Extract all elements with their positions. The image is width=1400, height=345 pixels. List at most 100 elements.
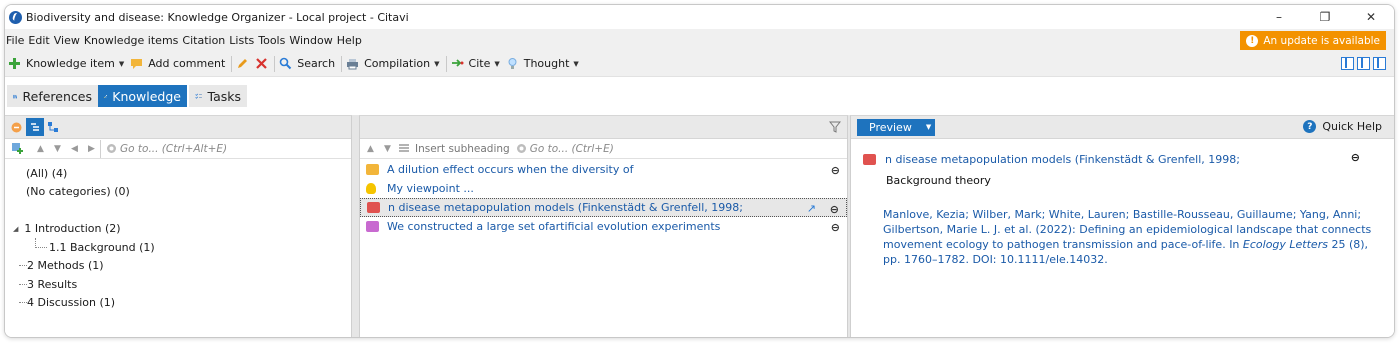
title-bar: Biodiversity and disease: Knowledge Orga… bbox=[5, 5, 1394, 29]
link-icon[interactable]: ⊖ bbox=[831, 164, 840, 177]
menu-file[interactable]: File bbox=[6, 34, 28, 47]
cite-arrow-icon bbox=[451, 59, 464, 67]
edit-pencil-icon[interactable] bbox=[236, 57, 249, 70]
splitter[interactable] bbox=[352, 115, 359, 337]
printer-icon bbox=[347, 59, 359, 70]
move-down-icon[interactable]: ▼ bbox=[49, 144, 66, 154]
move-left-icon[interactable]: ◀ bbox=[66, 144, 83, 154]
move-right-icon[interactable]: ▶ bbox=[83, 144, 100, 154]
category-item-introduction[interactable]: ◢ 1 Introduction (2) bbox=[5, 220, 351, 239]
books-icon bbox=[13, 94, 18, 98]
window-controls: – ❐ ✕ bbox=[1256, 5, 1394, 29]
knowledge-item-text: A dilution effect occurs when the divers… bbox=[387, 163, 634, 176]
knowledge-item-row-selected[interactable]: n disease metapopulation models (Finkens… bbox=[360, 198, 847, 217]
quick-help-label: Quick Help bbox=[1322, 120, 1382, 133]
filter-icon[interactable] bbox=[829, 121, 841, 133]
add-category-icon[interactable] bbox=[11, 142, 24, 155]
menu-view[interactable]: View bbox=[54, 34, 84, 47]
knowledge-item-row[interactable]: My viewpoint ... bbox=[360, 179, 847, 198]
preview-category: Background theory bbox=[886, 174, 991, 187]
category-label: 1.1 Background (1) bbox=[49, 240, 155, 254]
link-icon[interactable]: ⊖ bbox=[830, 203, 839, 216]
menu-citation[interactable]: Citation bbox=[182, 34, 229, 47]
goto-gear-icon bbox=[516, 144, 526, 153]
layout-two-pane-icon[interactable] bbox=[1357, 57, 1370, 70]
collapse-triangle-icon[interactable]: ◢ bbox=[13, 225, 18, 233]
category-goto-field[interactable]: Go to... (Ctrl+Alt+E) bbox=[100, 139, 351, 158]
quick-help-button[interactable]: ? Quick Help bbox=[1303, 120, 1382, 133]
category-item-discussion[interactable]: 4 Discussion (1) bbox=[5, 294, 351, 313]
tree-connector bbox=[19, 302, 27, 304]
menu-edit[interactable]: Edit bbox=[28, 34, 53, 47]
comment-icon bbox=[131, 59, 143, 69]
category-item-none[interactable]: (No categories) (0) bbox=[5, 183, 351, 202]
insert-subheading-button[interactable]: Insert subheading bbox=[398, 143, 510, 155]
knowledge-item-label: Knowledge item bbox=[26, 57, 115, 70]
category-item-all[interactable]: (All) (4) bbox=[5, 164, 351, 183]
tab-knowledge[interactable]: Knowledge bbox=[98, 85, 187, 107]
tab-references[interactable]: References bbox=[7, 85, 98, 107]
menu-help[interactable]: Help bbox=[337, 34, 366, 47]
menu-knowledge-items[interactable]: Knowledge items bbox=[84, 34, 183, 47]
move-down-icon[interactable]: ▼ bbox=[379, 144, 396, 154]
reference-journal: Ecology Letters bbox=[1242, 238, 1328, 251]
structure-view-icon[interactable] bbox=[47, 121, 60, 134]
alert-icon: ! bbox=[1246, 34, 1259, 47]
update-available-button[interactable]: ! An update is available bbox=[1240, 31, 1386, 50]
category-edit-icon[interactable] bbox=[10, 121, 23, 134]
layout-single-pane-icon[interactable] bbox=[1373, 57, 1386, 70]
minimize-button[interactable]: – bbox=[1256, 5, 1302, 29]
add-comment-label: Add comment bbox=[148, 57, 226, 70]
category-item-methods[interactable]: 2 Methods (1) bbox=[5, 257, 351, 276]
thought-label: Thought bbox=[523, 57, 570, 70]
category-nav-bar: ▲ ▼ ◀ ▶ Go to... (Ctrl+Alt+E) bbox=[5, 139, 351, 159]
thought-button[interactable]: Thought ▼ bbox=[506, 57, 579, 70]
compilation-button[interactable]: Compilation ▼ bbox=[346, 57, 440, 70]
category-tree: (All) (4) (No categories) (0) ◢ 1 Introd… bbox=[5, 159, 351, 312]
menu-tools[interactable]: Tools bbox=[258, 34, 289, 47]
citavi-logo-icon bbox=[9, 10, 22, 24]
checklist-icon bbox=[195, 93, 202, 99]
knowledge-nav-bar: ▲ ▼ Insert subheading Go to... (Ctrl+E) bbox=[360, 139, 847, 159]
cite-button[interactable]: Cite ▼ bbox=[451, 57, 500, 70]
toolbar-divider bbox=[341, 55, 343, 72]
category-item-results[interactable]: 3 Results bbox=[5, 275, 351, 294]
knowledge-item-row[interactable]: We constructed a large set ofartificial … bbox=[360, 217, 847, 236]
tree-connector bbox=[19, 283, 27, 285]
knowledge-item-text: We constructed a large set ofartificial … bbox=[387, 220, 721, 233]
toolbar-divider bbox=[445, 55, 447, 72]
search-button[interactable]: Search bbox=[279, 57, 335, 70]
link-icon[interactable]: ⊖ bbox=[831, 221, 840, 234]
delete-icon[interactable] bbox=[255, 57, 268, 70]
move-up-icon[interactable]: ▲ bbox=[32, 144, 49, 154]
link-icon[interactable]: ⊖ bbox=[1351, 151, 1360, 164]
tab-tasks[interactable]: Tasks bbox=[189, 85, 247, 107]
category-spacer bbox=[5, 201, 351, 220]
tab-tasks-label: Tasks bbox=[207, 88, 242, 104]
tree-view-icon bbox=[30, 122, 39, 131]
help-icon: ? bbox=[1303, 120, 1317, 133]
category-label: 2 Methods (1) bbox=[27, 259, 104, 273]
compilation-label: Compilation bbox=[364, 57, 431, 70]
move-up-icon[interactable]: ▲ bbox=[362, 144, 379, 154]
close-button[interactable]: ✕ bbox=[1348, 5, 1394, 29]
chevron-down-icon: ▼ bbox=[434, 59, 440, 68]
preview-button[interactable]: Preview ▼ bbox=[857, 118, 936, 136]
layout-three-pane-icon[interactable] bbox=[1341, 57, 1354, 70]
knowledge-item-button[interactable]: Knowledge item ▼ bbox=[8, 57, 124, 70]
preview-reference-citation[interactable]: Manlove, Kezia; Wilber, Mark; White, Lau… bbox=[883, 207, 1373, 267]
menu-window[interactable]: Window bbox=[289, 34, 336, 47]
chevron-down-icon: ▼ bbox=[494, 59, 500, 68]
add-comment-button[interactable]: Add comment bbox=[130, 57, 225, 70]
menu-lists[interactable]: Lists bbox=[229, 34, 258, 47]
lightbulb-icon bbox=[508, 58, 517, 69]
toolbar: Knowledge item ▼ Add comment Search Comp… bbox=[5, 51, 1394, 77]
category-item-background[interactable]: 1.1 Background (1) bbox=[5, 238, 351, 257]
open-arrow-icon[interactable]: ↗ bbox=[807, 202, 816, 215]
chevron-down-icon: ▼ bbox=[925, 123, 932, 131]
knowledge-item-row[interactable]: A dilution effect occurs when the divers… bbox=[360, 160, 847, 179]
knowledge-goto-field[interactable]: Go to... (Ctrl+E) bbox=[516, 140, 847, 158]
restore-button[interactable]: ❐ bbox=[1302, 5, 1348, 29]
tab-knowledge-label: Knowledge bbox=[112, 88, 181, 104]
category-tree-view-button[interactable] bbox=[26, 118, 44, 136]
